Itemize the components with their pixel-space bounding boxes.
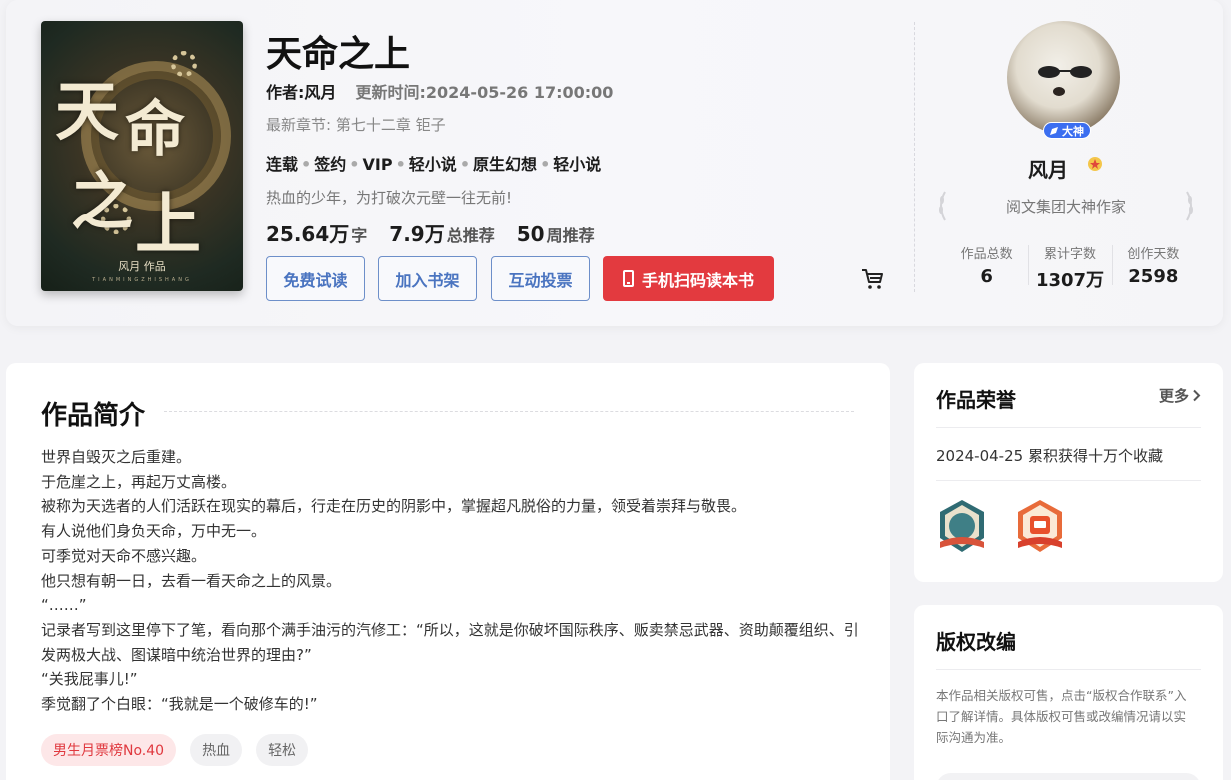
laurel-left-icon <box>939 191 946 221</box>
rank-chip[interactable]: 男生月票榜No.40 <box>41 734 177 766</box>
scan-read-button[interactable]: 手机扫码读本书 <box>603 256 774 301</box>
author-name[interactable]: 风月 <box>1028 154 1068 183</box>
copyright-title: 版权改编 <box>936 630 1016 654</box>
weekly-recommend-stat: 50 周推荐 <box>516 222 595 246</box>
copyright-card: 版权改编 本作品相关版权可售，点击“版权合作联系”入口了解详情。具体版权可售或改… <box>914 605 1223 780</box>
copyright-text: 本作品相关版权可售，点击“版权合作联系”入口了解详情。具体版权可售或改编情况请以… <box>936 688 1187 745</box>
intro-title: 作品简介 <box>41 401 146 431</box>
tag-status: 连载 <box>266 155 299 174</box>
laurel-right-icon <box>1186 191 1193 221</box>
intro-card: 作品简介 世界自毁灭之后重建。 于危崖之上，再起万丈高楼。 被称为天选者的人们活… <box>6 363 890 780</box>
cart-icon[interactable] <box>861 268 885 290</box>
book-meta: 作者:风月 更新时间:2024-05-26 17:00:00 <box>266 79 613 103</box>
total-recommend-stat: 7.9万 总推荐 <box>389 222 495 246</box>
tag-subcategory[interactable]: 原生幻想 <box>473 155 537 174</box>
level-badge-icon <box>1088 157 1102 171</box>
intro-paragraph: 季觉翻了个白眼：“我就是一个破修车的!” <box>41 695 318 714</box>
author-link[interactable]: 作者:风月 <box>266 83 336 102</box>
total-words-stat: 累计字数 1307万 <box>1028 243 1111 292</box>
book-slogan: 热血的少年，为打破次元壁一往无前! <box>266 189 513 207</box>
intro-paragraph: 可季觉对天命不感兴趣。 <box>41 546 207 565</box>
intro-chips: 男生月票榜No.40 热血 轻松 <box>41 734 309 766</box>
honor-medal-icon[interactable] <box>1014 498 1066 554</box>
word-count-stat: 25.64万字 <box>266 222 368 246</box>
works-count-stat[interactable]: 作品总数 6 <box>945 243 1028 292</box>
divider <box>914 22 915 292</box>
honor-more-link[interactable]: 更多 <box>1159 385 1201 406</box>
divider <box>936 669 1201 670</box>
latest-chapter-link[interactable]: 最新章节: 第七十二章 钜子 <box>266 114 446 135</box>
free-read-button[interactable]: 免费试读 <box>266 256 365 301</box>
chevron-right-icon <box>1193 389 1201 402</box>
cover-pinyin: TIANMINGZHISHANG <box>92 277 192 283</box>
writing-days-stat: 创作天数 2598 <box>1111 243 1195 292</box>
book-tags: 连载 • 签约 • VIP • 轻小说 • 原生幻想 • 轻小说 <box>266 155 602 174</box>
divider <box>936 427 1201 428</box>
intro-paragraph: 被称为天选者的人们活跃在现实的幕后，行走在历史的阴影中，掌握超凡脱俗的力量，领受… <box>41 497 747 516</box>
tag-genre[interactable]: 轻小说 <box>553 155 601 174</box>
author-title-box: 阅文集团大神作家 <box>935 190 1197 222</box>
cover-author-mark: 风月 作品 <box>118 260 166 273</box>
dog-nose <box>1053 87 1065 96</box>
intro-paragraph: “关我屁事儿!” <box>41 670 138 689</box>
cover-title-art: 天 命 之 上 <box>55 61 235 263</box>
intro-text: 世界自毁灭之后重建。 于危崖之上，再起万丈高楼。 被称为天选者的人们活跃在现实的… <box>41 445 861 717</box>
copyright-contact-button[interactable] <box>936 773 1201 780</box>
author-avatar[interactable] <box>1007 21 1120 134</box>
honor-item: 2024-04-25 累积获得十万个收藏 <box>936 447 1163 465</box>
tag-chip[interactable]: 轻松 <box>256 734 309 766</box>
update-time: 更新时间:2024-05-26 17:00:00 <box>355 83 614 102</box>
cover-char: 天 <box>55 75 119 150</box>
intro-paragraph: 有人说他们身负天命，万中无一。 <box>41 522 267 541</box>
divider <box>936 480 1201 481</box>
sunglasses-icon <box>1038 66 1092 78</box>
cover-char: 之 <box>71 165 134 238</box>
book-cover[interactable]: 天 命 之 上 风月 作品 TIANMINGZHISHANG <box>41 21 243 291</box>
honor-title: 作品荣誉 <box>936 388 1016 412</box>
dashen-badge: 大神 <box>1043 122 1091 139</box>
intro-paragraph: “……” <box>41 596 87 615</box>
tag-category[interactable]: 轻小说 <box>409 155 457 174</box>
cover-char: 上 <box>135 185 201 263</box>
add-to-shelf-button[interactable]: 加入书架 <box>378 256 477 301</box>
intro-paragraph: 世界自毁灭之后重建。 <box>41 448 192 466</box>
intro-paragraph: 于危崖之上，再起万丈高楼。 <box>41 472 237 491</box>
vote-button[interactable]: 互动投票 <box>491 256 590 301</box>
tag-signed: 签约 <box>314 155 347 174</box>
author-stats: 作品总数 6 累计字数 1307万 创作天数 2598 <box>945 243 1195 292</box>
pen-icon <box>1050 126 1058 135</box>
cover-char: 命 <box>125 95 185 165</box>
tag-chip[interactable]: 热血 <box>190 734 243 766</box>
honor-medal-icon[interactable] <box>936 498 988 554</box>
book-title: 天命之上 <box>266 34 411 75</box>
honor-card: 作品荣誉 更多 2024-04-25 累积获得十万个收藏 <box>914 363 1223 582</box>
intro-paragraph: 他只想有朝一日，去看一看天命之上的风景。 <box>41 571 342 590</box>
tag-vip: VIP <box>362 155 393 174</box>
author-title: 阅文集团大神作家 <box>1005 197 1126 216</box>
intro-paragraph: 记录者写到这里停下了笔，看向那个满手油污的汽修工：“所以，这就是你破坏国际秩序、… <box>41 620 859 664</box>
book-stats: 25.64万字 7.9万 总推荐 50 周推荐 <box>266 218 595 247</box>
phone-icon <box>622 270 634 287</box>
title-divider <box>164 411 854 412</box>
